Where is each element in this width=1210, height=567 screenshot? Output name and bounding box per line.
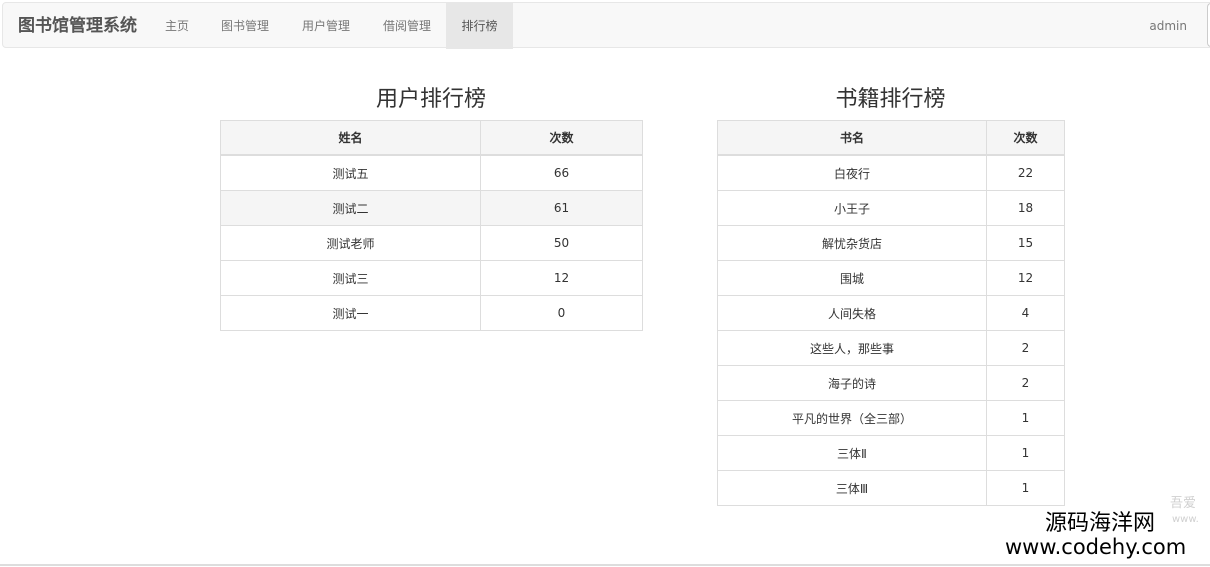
user-ranking-panel: 用户排行榜 姓名 次数 测试五 66 测试二 61 测试老师 50 测试三 12… bbox=[220, 82, 643, 342]
table-row: 人间失格 4 bbox=[717, 295, 1065, 331]
book-count-cell: 4 bbox=[986, 295, 1065, 331]
user-count-cell: 61 bbox=[480, 190, 643, 226]
table-row: 测试一 0 bbox=[220, 295, 643, 331]
book-count-cell: 18 bbox=[986, 190, 1065, 226]
book-count-cell: 2 bbox=[986, 330, 1065, 366]
book-name-cell: 三体Ⅱ bbox=[717, 435, 987, 471]
book-count-cell: 1 bbox=[986, 435, 1065, 471]
book-count-cell: 12 bbox=[986, 260, 1065, 296]
user-name-cell: 测试一 bbox=[220, 295, 481, 331]
user-count-cell: 0 bbox=[480, 295, 643, 331]
table-header-row: 书名 次数 bbox=[717, 120, 1065, 156]
user-name-cell: 测试三 bbox=[220, 260, 481, 296]
user-name-cell: 测试五 bbox=[220, 154, 481, 191]
book-name-cell: 围城 bbox=[717, 260, 987, 296]
column-header-count: 次数 bbox=[480, 120, 643, 156]
column-header-name: 姓名 bbox=[220, 120, 481, 156]
nav-item-user-management[interactable]: 用户管理 bbox=[286, 3, 366, 49]
book-count-cell: 1 bbox=[986, 470, 1065, 506]
book-count-cell: 2 bbox=[986, 365, 1065, 401]
nav-item-ranking[interactable]: 排行榜 bbox=[446, 3, 513, 49]
table-header-row: 姓名 次数 bbox=[220, 120, 643, 156]
book-count-cell: 1 bbox=[986, 400, 1065, 436]
table-row: 测试二 61 bbox=[220, 190, 643, 226]
table-row: 测试老师 50 bbox=[220, 225, 643, 261]
user-name-cell: 测试老师 bbox=[220, 225, 481, 261]
book-name-cell: 三体Ⅲ bbox=[717, 470, 987, 506]
user-ranking-title: 用户排行榜 bbox=[375, 87, 486, 112]
book-ranking-title: 书籍排行榜 bbox=[835, 87, 946, 112]
table-row: 三体Ⅱ 1 bbox=[717, 435, 1065, 471]
book-name-cell: 小王子 bbox=[717, 190, 987, 226]
brand-title[interactable]: 图书馆管理系统 bbox=[18, 3, 137, 49]
book-name-cell: 这些人，那些事 bbox=[717, 330, 987, 366]
table-row: 这些人，那些事 2 bbox=[717, 330, 1065, 366]
book-name-cell: 解忧杂货店 bbox=[717, 225, 987, 261]
book-name-cell: 平凡的世界（全三部） bbox=[717, 400, 987, 436]
book-ranking-panel: 书籍排行榜 书名 次数 白夜行 22 小王子 18 解忧杂货店 15 围城 12… bbox=[717, 82, 1065, 507]
user-count-cell: 50 bbox=[480, 225, 643, 261]
column-header-count: 次数 bbox=[986, 120, 1065, 156]
table-row: 平凡的世界（全三部） 1 bbox=[717, 400, 1065, 436]
book-count-cell: 22 bbox=[986, 154, 1065, 191]
table-row: 解忧杂货店 15 bbox=[717, 225, 1065, 261]
book-ranking-table: 书名 次数 白夜行 22 小王子 18 解忧杂货店 15 围城 12 人间失格 … bbox=[717, 120, 1065, 506]
user-count-cell: 66 bbox=[480, 154, 643, 191]
watermark-faint-text: 吾爱 bbox=[1170, 496, 1197, 511]
book-name-cell: 白夜行 bbox=[717, 154, 987, 191]
user-ranking-table: 姓名 次数 测试五 66 测试二 61 测试老师 50 测试三 12 测试一 0 bbox=[220, 120, 643, 331]
top-navbar: 图书馆管理系统 主页 图书管理 用户管理 借阅管理 排行榜 admin bbox=[2, 2, 1210, 49]
table-row: 测试五 66 bbox=[220, 154, 643, 191]
user-menu[interactable]: admin bbox=[1149, 3, 1187, 49]
book-name-cell: 人间失格 bbox=[717, 295, 987, 331]
table-row: 海子的诗 2 bbox=[717, 365, 1065, 401]
user-count-cell: 12 bbox=[480, 260, 643, 296]
watermark-faint-url: www. bbox=[1172, 514, 1199, 525]
nav-item-borrow-management[interactable]: 借阅管理 bbox=[367, 3, 447, 49]
user-name-cell: 测试二 bbox=[220, 190, 481, 226]
nav-item-book-management[interactable]: 图书管理 bbox=[205, 3, 285, 49]
book-name-cell: 海子的诗 bbox=[717, 365, 987, 401]
table-row: 三体Ⅲ 1 bbox=[717, 470, 1065, 506]
table-row: 白夜行 22 bbox=[717, 154, 1065, 191]
table-row: 围城 12 bbox=[717, 260, 1065, 296]
nav-item-home[interactable]: 主页 bbox=[151, 3, 203, 49]
page: 图书馆管理系统 主页 图书管理 用户管理 借阅管理 排行榜 admin 用户排行… bbox=[0, 0, 1210, 567]
bottom-divider bbox=[0, 564, 1210, 566]
table-row: 测试三 12 bbox=[220, 260, 643, 296]
book-count-cell: 15 bbox=[986, 225, 1065, 261]
watermark-site-url: www.codehy.com bbox=[1005, 535, 1187, 559]
column-header-book-name: 书名 bbox=[717, 120, 987, 156]
table-row: 小王子 18 bbox=[717, 190, 1065, 226]
